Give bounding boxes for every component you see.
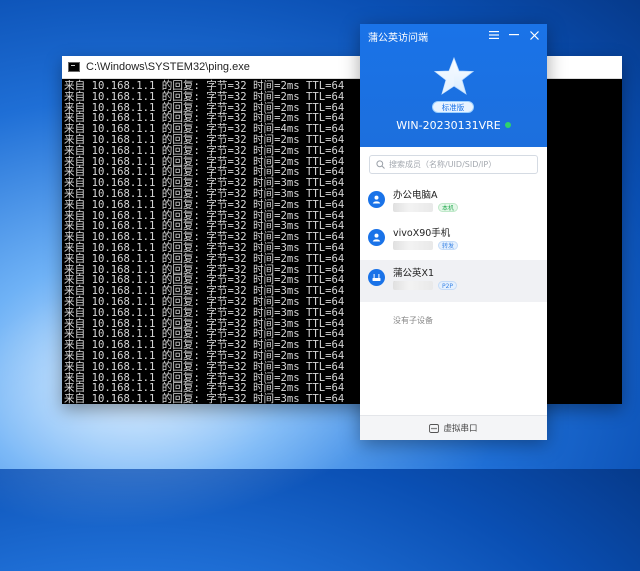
pgy-client-window[interactable]: 蒲公英访问端 标准版 WIN-20230131VRE 搜索成员（名称/UID/S… <box>360 24 547 440</box>
sub-device-note: 没有子设备 <box>393 316 433 325</box>
menu-button[interactable] <box>485 26 503 44</box>
device-ip-redacted <box>393 241 433 250</box>
serial-port-icon <box>429 423 440 433</box>
search-area <box>360 147 547 180</box>
star-logo-icon <box>434 56 474 95</box>
connection-tag: P2P <box>438 281 458 290</box>
local-device-name: WIN-20230131VRE <box>360 119 547 132</box>
router-icon <box>368 269 385 286</box>
connection-tag: 转发 <box>438 241 459 250</box>
search-icon <box>376 160 385 169</box>
cmd-window-title: C:\Windows\SYSTEM32\ping.exe <box>86 61 250 73</box>
device-item-pgy-x1[interactable]: 蒲公英X1 1 P2P <box>360 260 547 302</box>
minimize-icon <box>509 34 519 36</box>
footer-label: 虚拟串口 <box>443 424 478 434</box>
connection-tag: 本机 <box>438 203 459 212</box>
device-name: 蒲公英X1 <box>393 268 435 279</box>
edition-badge: 标准版 <box>432 101 474 113</box>
user-avatar-icon <box>368 229 385 246</box>
console-icon <box>68 62 80 72</box>
menu-icon <box>489 31 499 39</box>
user-avatar-icon <box>368 191 385 208</box>
device-ip-redacted <box>393 281 433 290</box>
device-name: vivoX90手机 <box>393 228 451 239</box>
device-item-vivo[interactable]: vivoX90手机 1 转发 <box>360 220 547 258</box>
device-ip-redacted <box>393 203 433 212</box>
close-icon <box>529 30 539 40</box>
device-item-office-pc[interactable]: 办公电脑A 1 本机 <box>360 182 547 220</box>
search-input[interactable] <box>389 160 529 169</box>
device-list: 办公电脑A 1 本机 vivoX90手机 1 转发 <box>360 180 547 415</box>
close-button[interactable] <box>525 26 543 44</box>
client-window-title: 蒲公英访问端 <box>368 33 428 44</box>
client-header: 蒲公英访问端 标准版 WIN-20230131VRE <box>360 24 547 147</box>
local-device-label: WIN-20230131VRE <box>396 119 501 132</box>
minimize-button[interactable] <box>505 26 523 44</box>
device-name: 办公电脑A <box>393 190 438 201</box>
virtual-serial-button[interactable]: 虚拟串口 <box>360 415 547 440</box>
window-controls <box>485 26 543 44</box>
search-box[interactable] <box>369 155 538 174</box>
online-status-dot <box>504 122 511 128</box>
